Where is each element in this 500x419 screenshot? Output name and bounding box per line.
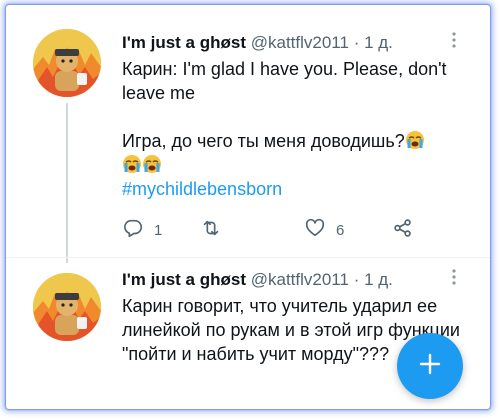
tweet-text: Карин: I'm glad I have you. Please, don'… [122,57,474,201]
loudly-crying-face-emoji [122,154,142,174]
handle[interactable]: @kattflv2011 [251,270,349,289]
reply-count: 1 [154,221,163,239]
tweet-actions: 1 6 [122,217,422,243]
timestamp[interactable]: · 1 д. [354,270,393,289]
tweet-text-line: Игра, до чего ты меня доводишь? [122,129,474,153]
like-button[interactable]: 6 [304,217,344,243]
tweet-text-line: Карин: I'm glad I have you. Please, don'… [122,59,447,103]
like-count: 6 [336,221,345,239]
timestamp[interactable]: · 1 д. [354,33,393,52]
retweet-button[interactable] [200,217,232,243]
share-button[interactable] [392,217,414,243]
more-horizontal-icon[interactable] [452,268,456,292]
hashtag-link[interactable]: #mychildlebensborn [122,177,474,201]
tweet[interactable]: I'm just a ghøst @kattflv2011 · 1 д. Кар… [6,5,490,263]
display-name[interactable]: I'm just a ghøst [122,270,246,289]
loudly-crying-face-emoji [142,154,162,174]
share-icon [392,217,414,244]
emoji-row [122,153,474,177]
reply-icon [122,217,144,244]
heart-icon [304,217,326,244]
plus-icon [418,352,442,381]
timeline: I'm just a ghøst @kattflv2011 · 1 д. Кар… [6,5,490,409]
tweet-header: I'm just a ghøst @kattflv2011 · 1 д. [122,268,470,292]
avatar[interactable] [33,29,101,97]
handle[interactable]: @kattflv2011 [251,33,349,52]
compose-tweet-button[interactable] [397,333,463,399]
reply-button[interactable]: 1 [122,217,162,243]
retweet-icon [200,217,222,244]
avatar[interactable] [33,273,101,341]
loudly-crying-face-emoji [405,130,425,150]
thread-line [66,103,68,263]
display-name[interactable]: I'm just a ghøst [122,33,246,52]
tweet-header: I'm just a ghøst @kattflv2011 · 1 д. [122,31,470,55]
more-horizontal-icon[interactable] [452,31,456,55]
